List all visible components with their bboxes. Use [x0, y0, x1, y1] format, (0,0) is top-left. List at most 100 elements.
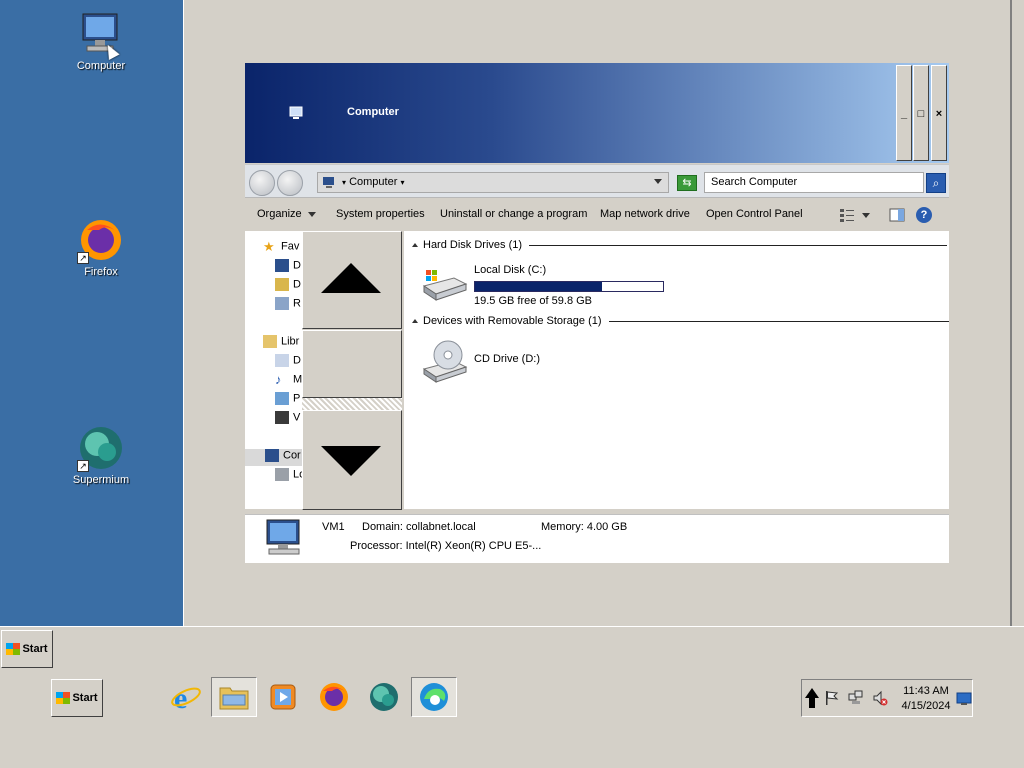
scroll-thumb[interactable] [302, 330, 402, 398]
firefox-icon [320, 683, 348, 711]
taskbar-supermium[interactable] [361, 677, 407, 717]
help-icon[interactable]: ? [916, 207, 932, 223]
refresh-icon[interactable]: ⇆ [677, 175, 697, 191]
taskbar-internet-explorer[interactable]: e [163, 677, 209, 717]
address-bar[interactable]: ▾ Computer ▾ [317, 172, 669, 193]
computer-icon [288, 105, 304, 121]
search-input[interactable]: Search Computer [704, 172, 924, 193]
map-network-drive-button[interactable]: Map network drive [600, 208, 690, 220]
nav-item-label: P [293, 392, 301, 405]
taskbar-firefox[interactable] [311, 677, 357, 717]
breadcrumb-computer[interactable]: Computer [349, 176, 397, 188]
disk-usage-bar [474, 281, 664, 292]
address-dropdown-icon[interactable] [654, 179, 662, 184]
breadcrumb[interactable]: ▾ Computer ▾ [342, 176, 404, 188]
documents-icon [275, 354, 289, 367]
start-button-top[interactable]: Start [1, 630, 53, 668]
search-icon[interactable]: ⌕ [926, 173, 946, 193]
taskbar-media-player[interactable] [260, 677, 306, 717]
nav-item-libraries[interactable]: Libr [263, 335, 303, 352]
nav-item-pictures[interactable]: P [275, 392, 303, 409]
window-title: Computer [347, 106, 399, 118]
organize-label: Organize [257, 208, 302, 220]
volume-muted-icon[interactable] [872, 690, 888, 706]
desktop-icon-computer[interactable]: Computer [51, 10, 151, 72]
vertical-scrollbar[interactable] [302, 231, 402, 510]
details-pane: VM1 Domain: collabnet.local Memory: 4.00… [245, 514, 949, 563]
nav-item-label: V [293, 411, 301, 424]
arrow-down-icon [321, 446, 381, 476]
scroll-down-button[interactable] [302, 410, 402, 510]
uninstall-program-button[interactable]: Uninstall or change a program [440, 208, 587, 220]
group-divider [608, 320, 949, 322]
computer-name: VM1 [322, 521, 345, 533]
nav-item-local-disk[interactable]: Lo [275, 468, 303, 485]
maximize-button[interactable]: □ [913, 65, 929, 161]
scroll-track[interactable] [302, 398, 402, 410]
downloads-icon [275, 278, 289, 291]
cd-drive-item[interactable]: CD Drive (D:) [420, 339, 620, 383]
system-tray: 11:43 AM 4/15/2024 [801, 679, 973, 717]
recent-places-icon [275, 297, 289, 310]
nav-item-videos[interactable]: V [275, 411, 303, 428]
nav-item-favorites[interactable]: ★ Fav [263, 240, 303, 257]
nav-item-documents[interactable]: D [275, 354, 303, 371]
group-header-removable[interactable]: Devices with Removable Storage (1) [412, 315, 949, 327]
nav-item-desktop[interactable]: D [275, 259, 303, 276]
close-button[interactable]: × [931, 65, 947, 161]
taskbar-edge[interactable] [411, 677, 457, 717]
edge-icon [420, 683, 448, 711]
nav-item-label: Libr [281, 335, 300, 348]
computer-icon [265, 449, 279, 462]
drive-icon [275, 468, 289, 481]
computer-domain: Domain: collabnet.local [362, 521, 476, 533]
desktop-icon-label: Computer [76, 60, 126, 72]
supermium-icon: ↗ [77, 424, 125, 472]
organize-button[interactable]: Organize [257, 208, 316, 220]
scroll-up-button[interactable] [302, 231, 402, 329]
nav-item-music[interactable]: ♪ M [275, 373, 303, 390]
action-center-flag-icon[interactable] [824, 690, 840, 706]
group-header-hard-disk[interactable]: Hard Disk Drives (1) [412, 239, 948, 251]
tray-expand-icon[interactable] [804, 686, 820, 710]
computer-icon [322, 176, 336, 189]
music-icon: ♪ [275, 373, 282, 387]
forward-button[interactable] [277, 170, 303, 196]
view-options-chevron-icon[interactable] [862, 213, 870, 218]
group-label: Hard Disk Drives (1) [423, 239, 523, 251]
title-bar[interactable]: Computer _ □ × [245, 63, 949, 163]
clock[interactable]: 11:43 AM 4/15/2024 [900, 684, 952, 714]
start-button[interactable]: Start [51, 679, 103, 717]
desktop-icon-firefox[interactable]: ↗ Firefox [51, 216, 151, 278]
computer-icon [263, 518, 307, 558]
start-label: Start [22, 643, 48, 655]
nav-item-computer[interactable]: Cor [245, 449, 303, 466]
videos-icon [275, 411, 289, 424]
taskbar-explorer[interactable] [211, 677, 257, 717]
supermium-icon [370, 683, 398, 711]
clock-date: 4/15/2024 [901, 700, 951, 712]
windows-logo-icon [56, 692, 71, 704]
show-desktop-icon[interactable] [956, 690, 972, 706]
clock-time: 11:43 AM [903, 685, 949, 697]
preview-pane-icon[interactable] [889, 207, 905, 223]
desktop: Computer ↗ Firefox ↗ Supermium [0, 0, 183, 626]
minimize-button[interactable]: _ [896, 65, 912, 161]
back-button[interactable] [249, 170, 275, 196]
desktop-icon-supermium[interactable]: ↗ Supermium [51, 424, 151, 486]
local-disk-free-space: 19.5 GB free of 59.8 GB [474, 295, 593, 307]
group-divider [529, 244, 948, 246]
star-icon: ★ [263, 240, 275, 254]
windows-logo-icon [6, 643, 21, 655]
network-icon[interactable] [848, 690, 864, 706]
desktop-icon-label: Supermium [72, 474, 130, 486]
nav-item-downloads[interactable]: D [275, 278, 303, 295]
change-view-icon[interactable] [839, 207, 855, 223]
nav-item-recent[interactable]: R [275, 297, 303, 314]
open-control-panel-button[interactable]: Open Control Panel [706, 208, 803, 220]
system-properties-button[interactable]: System properties [336, 208, 425, 220]
local-disk-item[interactable]: Local Disk (C:) 19.5 GB free of 59.8 GB [420, 264, 680, 307]
nav-item-label: D [293, 259, 301, 272]
nav-item-label: Cor [283, 449, 301, 462]
start-label: Start [72, 692, 98, 704]
